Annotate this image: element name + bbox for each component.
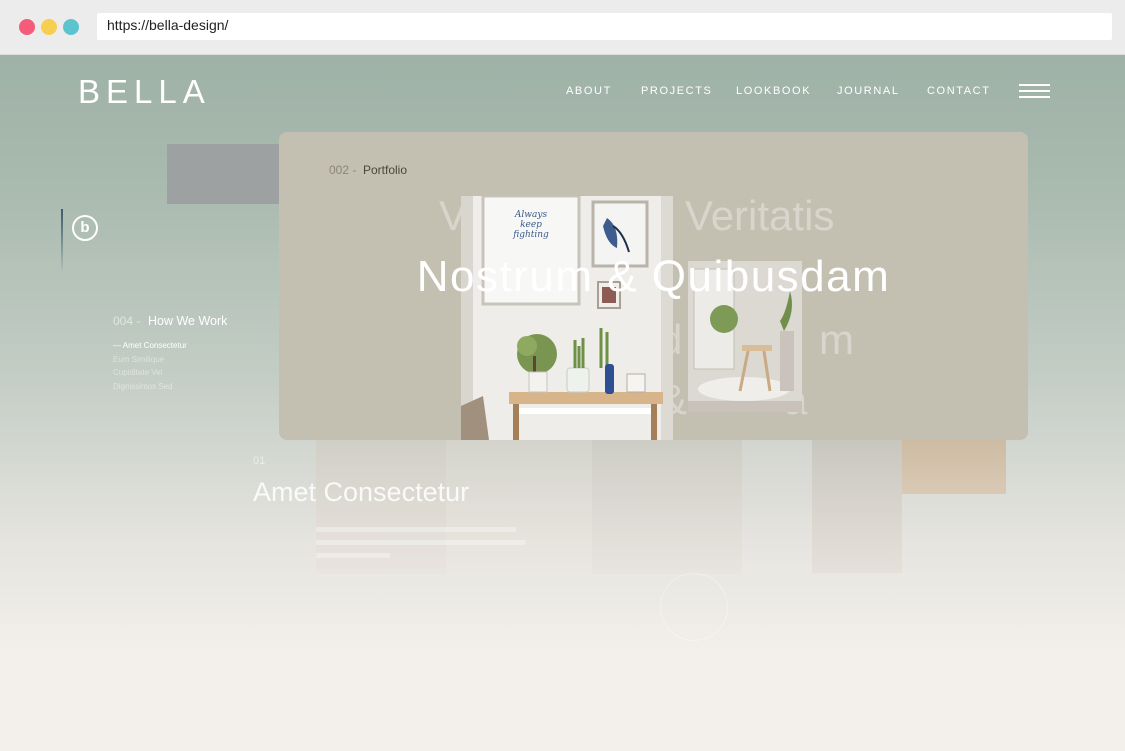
nav-item-journal[interactable]: JOURNAL	[837, 85, 900, 97]
interior-photo: Always keep fighting	[461, 196, 673, 440]
maximize-window-button[interactable]	[63, 19, 79, 35]
project-title[interactable]: Amet Consectetur	[253, 477, 469, 508]
poster-text: Always	[514, 210, 548, 220]
ghost-word: m	[819, 316, 854, 363]
hero-title[interactable]: Nostrum & Quibusdam	[279, 252, 1028, 302]
page: b 004 - How We Work — Amet Consectetur E…	[0, 55, 1125, 751]
nav-item-lookbook[interactable]: LOOKBOOK	[736, 85, 811, 97]
side-logo-icon[interactable]: b	[72, 215, 98, 241]
project-image	[742, 439, 812, 574]
site-logo[interactable]: BELLA	[78, 73, 211, 111]
nav-item-contact[interactable]: CONTACT	[927, 85, 991, 97]
how-we-work-number: 004 -	[113, 314, 141, 328]
poster-text: fighting	[513, 230, 549, 240]
project-image	[592, 439, 742, 574]
how-we-work-title: How We Work	[148, 314, 228, 328]
ghost-word: Veritatis	[685, 192, 835, 239]
project-image	[812, 439, 902, 573]
how-we-work-item[interactable]: — Amet Consectetur	[113, 339, 187, 353]
how-we-work-item[interactable]: Cupiditate Vel	[113, 366, 187, 380]
poster-text: keep	[520, 220, 542, 230]
nav-item-about[interactable]: ABOUT	[566, 85, 612, 97]
close-window-button[interactable]	[19, 19, 35, 35]
browser-chrome: https://bella-design/	[0, 0, 1125, 55]
hamburger-icon[interactable]	[1019, 84, 1051, 98]
project-image	[902, 439, 1006, 494]
nav-item-projects[interactable]: PROJECTS	[641, 85, 712, 97]
how-we-work-list: — Amet Consectetur Eum Similique Cupidit…	[113, 339, 187, 393]
circular-badge-icon	[660, 573, 728, 641]
portfolio-number: 002 -	[329, 163, 357, 177]
background-thumbnail	[167, 144, 280, 204]
portfolio-label[interactable]: Portfolio	[363, 163, 407, 177]
address-bar[interactable]: https://bella-design/	[97, 13, 1112, 40]
project-description-placeholder	[316, 527, 526, 563]
project-number: 01	[253, 455, 266, 467]
portfolio-overlay-card[interactable]: 002 - Portfolio V Veritatis d m & a	[279, 132, 1028, 440]
side-progress-line	[61, 209, 63, 273]
how-we-work-item[interactable]: Eum Similique	[113, 353, 187, 367]
how-we-work-item[interactable]: Dignissimos Sed	[113, 380, 187, 394]
minimize-window-button[interactable]	[41, 19, 57, 35]
